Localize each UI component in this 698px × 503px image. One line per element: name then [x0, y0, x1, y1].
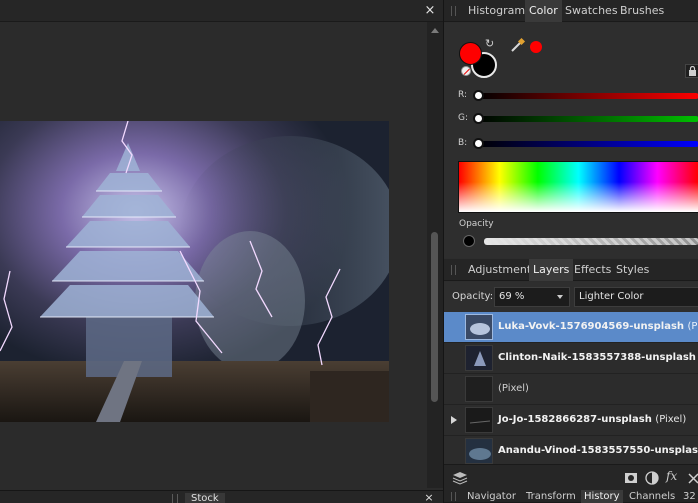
canvas-vertical-scrollbar[interactable]: [427, 22, 443, 488]
tab-styles[interactable]: Styles: [612, 259, 653, 281]
opacity-label: Opacity: [459, 219, 494, 229]
picked-color-swatch[interactable]: [530, 41, 542, 53]
layer-thumbnail: [465, 376, 493, 402]
layer-name: Luka-Vovk-1576904569-unsplash (P: [498, 321, 698, 332]
navigator-panel-tab-bar: Navigator Transform History Channels 32: [444, 490, 698, 503]
fx-icon[interactable]: fx: [666, 469, 677, 483]
tab-stock[interactable]: Stock: [185, 493, 225, 503]
canvas-artwork[interactable]: [0, 121, 389, 422]
tab-histogram[interactable]: Histogram: [464, 0, 529, 22]
layers-toolbar: Opacity: 69 % Lighter Color: [444, 282, 698, 312]
layers-stack-icon[interactable]: [452, 471, 468, 485]
lock-icon[interactable]: [685, 64, 698, 78]
layer-name: Jo-Jo-1582866287-unsplash (Pixel): [498, 414, 687, 425]
blend-mode-select[interactable]: Lighter Color: [574, 287, 698, 307]
tab-adjustment[interactable]: Adjustment: [464, 259, 535, 281]
layer-thumbnail: [465, 407, 493, 433]
stock-panel-bar: Stock ×: [0, 490, 443, 503]
panel-grip-icon[interactable]: [451, 265, 456, 275]
layer-row[interactable]: Luka-Vovk-1576904569-unsplash (P: [444, 312, 698, 343]
swap-colors-icon[interactable]: ↻: [485, 38, 497, 50]
color-panel-tab-bar: Histogram Color Swatches Brushes: [444, 0, 698, 22]
green-slider[interactable]: G:: [458, 113, 698, 124]
layer-name: Clinton-Naik-1583557388-unsplash: [498, 352, 696, 363]
tab-brushes[interactable]: Brushes: [616, 0, 668, 22]
tab-effects[interactable]: Effects: [570, 259, 615, 281]
layer-thumbnail: [465, 345, 493, 371]
layer-opacity-label: Opacity:: [452, 291, 494, 302]
tab-color[interactable]: Color: [525, 0, 562, 22]
scrollbar-thumb[interactable]: [431, 232, 438, 402]
layers-list: Luka-Vovk-1576904569-unsplash (P Clinton…: [444, 312, 698, 467]
color-spectrum[interactable]: [458, 161, 698, 213]
red-slider-track[interactable]: [477, 93, 698, 99]
adjustment-layer-icon[interactable]: [645, 471, 659, 485]
blue-slider-track[interactable]: [477, 141, 698, 147]
layer-thumbnail: [465, 438, 493, 464]
red-slider-knob[interactable]: [473, 90, 484, 101]
layer-row[interactable]: Jo-Jo-1582866287-unsplash (Pixel): [444, 405, 698, 436]
opacity-swatch: [463, 235, 475, 247]
layer-name: (Pixel): [498, 383, 529, 394]
red-slider[interactable]: R:: [458, 90, 698, 101]
no-color-icon[interactable]: [461, 66, 471, 76]
layer-opacity-value: 69 %: [499, 291, 525, 302]
panel-grip-icon[interactable]: [451, 492, 456, 501]
close-document-button[interactable]: ×: [419, 0, 441, 22]
expand-layer-icon[interactable]: [451, 416, 457, 424]
close-stock-panel-button[interactable]: ×: [419, 491, 439, 503]
document-tab-bar: ×: [0, 0, 443, 22]
tab-navigator[interactable]: Navigator: [464, 490, 519, 503]
delete-layer-icon[interactable]: [688, 471, 698, 485]
layers-footer-toolbar: fx: [444, 464, 698, 490]
tab-layers[interactable]: Layers: [529, 259, 574, 281]
tab-swatches[interactable]: Swatches: [561, 0, 622, 22]
color-picker-icon[interactable]: [510, 37, 526, 53]
mask-layer-icon[interactable]: [624, 471, 638, 485]
artwork-image: [0, 121, 389, 422]
panel-grip-icon[interactable]: [451, 6, 456, 16]
layer-row[interactable]: Clinton-Naik-1583557388-unsplash: [444, 343, 698, 374]
document-canvas-area: × Stock ×: [0, 0, 443, 503]
green-slider-label: G:: [458, 113, 469, 123]
right-panel-column: Histogram Color Swatches Brushes ↻ R: G:…: [443, 0, 698, 503]
layer-opacity-select[interactable]: 69 %: [494, 287, 570, 307]
blue-slider[interactable]: B:: [458, 138, 698, 149]
color-panel: ↻ R: G: B: Opacity: [444, 23, 698, 258]
layers-panel-tab-bar: Adjustment Layers Effects Styles: [444, 259, 698, 281]
chevron-down-icon: [557, 295, 563, 299]
opacity-slider[interactable]: [484, 238, 698, 245]
green-slider-knob[interactable]: [473, 113, 484, 124]
layer-thumbnail: [465, 314, 493, 340]
layer-row[interactable]: Anandu-Vinod-1583557550-unsplas: [444, 436, 698, 467]
blend-mode-value: Lighter Color: [579, 291, 644, 302]
panel-grip-icon[interactable]: [172, 494, 178, 503]
tab-32-bit-preview[interactable]: 32: [680, 490, 698, 503]
fill-color-well[interactable]: [459, 42, 482, 65]
layer-name: Anandu-Vinod-1583557550-unsplas: [498, 445, 698, 456]
layer-row[interactable]: (Pixel): [444, 374, 698, 405]
tab-channels[interactable]: Channels: [626, 490, 678, 503]
blue-slider-knob[interactable]: [473, 138, 484, 149]
blue-slider-label: B:: [458, 138, 468, 148]
green-slider-track[interactable]: [477, 116, 698, 122]
tab-history[interactable]: History: [581, 490, 623, 503]
scroll-up-arrow-icon[interactable]: [431, 28, 439, 33]
red-slider-label: R:: [458, 90, 468, 100]
tab-transform[interactable]: Transform: [523, 490, 579, 503]
